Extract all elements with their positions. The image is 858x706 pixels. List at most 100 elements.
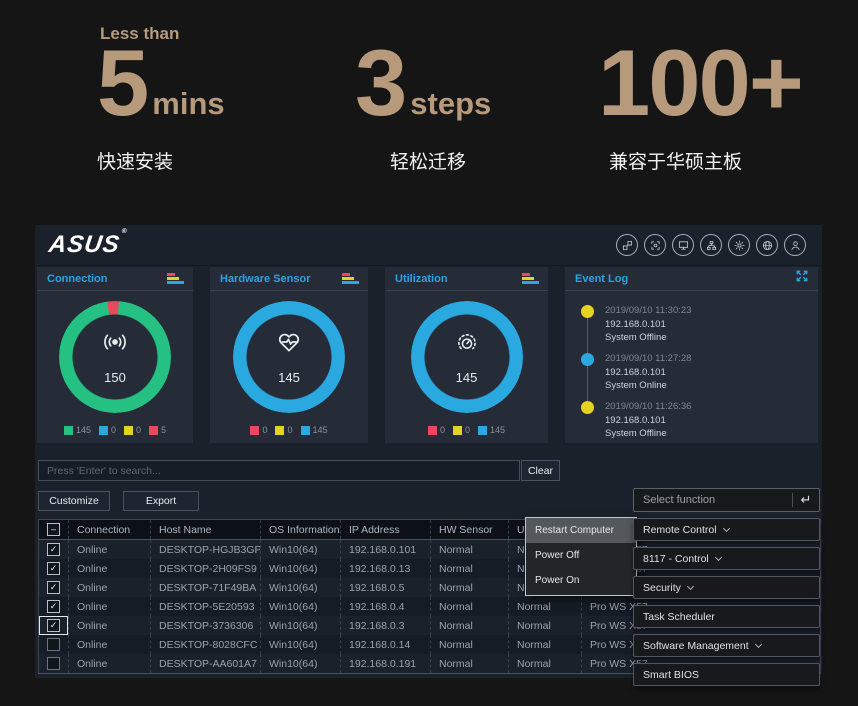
function-menu-label: Task Scheduler xyxy=(643,611,715,623)
legend-swatch xyxy=(149,426,158,435)
function-menu-item[interactable]: Remote Control xyxy=(633,518,820,541)
customize-button[interactable]: Customize xyxy=(38,491,110,511)
scan-icon[interactable] xyxy=(644,234,666,256)
event-log-item[interactable]: 2019/09/10 11:26:36192.168.0.101System O… xyxy=(581,401,818,440)
event-dot xyxy=(581,401,594,414)
globe-icon[interactable] xyxy=(756,234,778,256)
table-cell: Online xyxy=(69,559,151,578)
legend-item: 145 xyxy=(478,425,505,435)
row-checkbox[interactable]: ✓ xyxy=(47,562,60,575)
legend-value: 0 xyxy=(287,425,292,435)
row-checkbox[interactable]: ✓ xyxy=(47,543,60,556)
table-cell: Normal xyxy=(431,559,509,578)
function-menu-item[interactable]: Software Management xyxy=(633,634,820,657)
network-icon[interactable] xyxy=(700,234,722,256)
expand-icon[interactable] xyxy=(795,269,809,288)
monitor-icon[interactable] xyxy=(672,234,694,256)
event-log-card: Event Log 2019/09/10 11:30:23192.168.0.1… xyxy=(565,267,818,443)
function-menu-item[interactable]: Smart BIOS xyxy=(633,663,820,686)
bar-chart-toggle-icon[interactable] xyxy=(522,273,539,284)
row-checkbox[interactable]: ✓ xyxy=(47,619,60,632)
stat-unit: mins xyxy=(152,88,224,119)
event-status: System Online xyxy=(605,379,818,392)
table-cell: Online xyxy=(69,540,151,559)
table-cell: 192.168.0.5 xyxy=(341,578,431,597)
connection-card: Connection 150 145005 xyxy=(37,267,193,443)
bar-chart-toggle-icon[interactable] xyxy=(167,273,184,284)
utilization-card: Utilization 145 0 0 145 xyxy=(385,267,548,443)
asus-logo: ASUS® xyxy=(47,231,128,259)
row-checkbox[interactable]: ✓ xyxy=(47,600,60,613)
legend-item: 145 xyxy=(301,425,328,435)
stat-caption: 兼容于华硕主板 xyxy=(609,147,807,174)
table-cell: Win10(64) xyxy=(261,616,341,635)
function-menu-item[interactable]: Task Scheduler xyxy=(633,605,820,628)
table-cell: Normal xyxy=(509,616,582,635)
row-select-cell: ✓ xyxy=(39,578,69,597)
search-input[interactable] xyxy=(38,460,520,481)
account-icon[interactable] xyxy=(784,234,806,256)
table-cell: Normal xyxy=(431,578,509,597)
context-menu-item[interactable]: Power On xyxy=(526,568,636,593)
header-cell[interactable]: Host Name xyxy=(151,520,261,539)
chart-legend: 0 0 145 xyxy=(210,425,368,435)
table-cell: 192.168.0.13 xyxy=(341,559,431,578)
clear-button[interactable]: Clear xyxy=(521,460,560,481)
table-cell: 192.168.0.14 xyxy=(341,635,431,654)
legend-swatch xyxy=(478,426,487,435)
row-select-cell xyxy=(39,654,69,673)
app-header: ASUS® xyxy=(35,225,822,266)
chart-legend: 0 0 145 xyxy=(385,425,548,435)
stat-value: 3 xyxy=(355,44,405,121)
legend-swatch xyxy=(275,426,284,435)
function-menu-label: Software Management xyxy=(643,640,749,652)
table-cell: Normal xyxy=(431,616,509,635)
event-time: 2019/09/10 11:27:28 xyxy=(605,353,818,365)
header-cell[interactable]: HW Sensor xyxy=(431,520,509,539)
enter-icon: ↵ xyxy=(793,492,819,508)
chevron-down-icon xyxy=(722,525,729,532)
context-menu-item[interactable]: Restart Computer xyxy=(526,518,636,543)
export-button[interactable]: Export xyxy=(123,491,199,511)
row-select-cell: ✓ xyxy=(39,616,69,635)
event-ip: 192.168.0.101 xyxy=(605,366,818,379)
select-function-dropdown[interactable]: Select function ↵ xyxy=(633,488,820,512)
stat-unit: steps xyxy=(410,88,491,119)
dashboard-panel: ASUS® Connection 150 145005 Hardware Sen… xyxy=(35,225,822,678)
legend-value: 0 xyxy=(465,425,470,435)
legend-value: 0 xyxy=(440,425,445,435)
legend-item: 0 xyxy=(250,425,267,435)
legend-value: 145 xyxy=(76,425,91,435)
function-menu-item[interactable]: Security xyxy=(633,576,820,599)
chevron-down-icon xyxy=(755,641,762,648)
legend-swatch xyxy=(301,426,310,435)
row-checkbox[interactable] xyxy=(47,657,60,670)
event-timeline: 2019/09/10 11:30:23192.168.0.101System O… xyxy=(565,291,818,440)
table-cell: Online xyxy=(69,578,151,597)
bar-chart-toggle-icon[interactable] xyxy=(342,273,359,284)
table-cell: DESKTOP-3736306 xyxy=(151,616,261,635)
row-checkbox[interactable]: ✓ xyxy=(47,581,60,594)
context-menu-item[interactable]: Power Off xyxy=(526,543,636,568)
chevron-down-icon xyxy=(687,583,694,590)
event-log-item[interactable]: 2019/09/10 11:27:28192.168.0.101System O… xyxy=(581,353,818,392)
event-log-item[interactable]: 2019/09/10 11:30:23192.168.0.101System O… xyxy=(581,305,818,344)
header-cell[interactable]: IP Address xyxy=(341,520,431,539)
table-cell: DESKTOP-AA601A7 xyxy=(151,654,261,673)
select-all-checkbox[interactable]: – xyxy=(47,523,60,536)
function-menu-item[interactable]: 8117 - Control xyxy=(633,547,820,570)
table-cell: Online xyxy=(69,654,151,673)
table-cell: 192.168.0.4 xyxy=(341,597,431,616)
card-title: Utilization xyxy=(395,273,448,285)
settings-icon[interactable] xyxy=(728,234,750,256)
power-context-menu: Restart ComputerPower OffPower On xyxy=(525,517,637,596)
row-select-cell xyxy=(39,635,69,654)
row-checkbox[interactable] xyxy=(47,638,60,651)
table-cell: 192.168.0.3 xyxy=(341,616,431,635)
table-cell: Online xyxy=(69,616,151,635)
legend-item: 0 xyxy=(275,425,292,435)
header-cell[interactable]: OS Information xyxy=(261,520,341,539)
deployment-icon[interactable] xyxy=(616,234,638,256)
header-cell[interactable]: Connection xyxy=(69,520,151,539)
table-cell: DESKTOP-2H09FS9 xyxy=(151,559,261,578)
